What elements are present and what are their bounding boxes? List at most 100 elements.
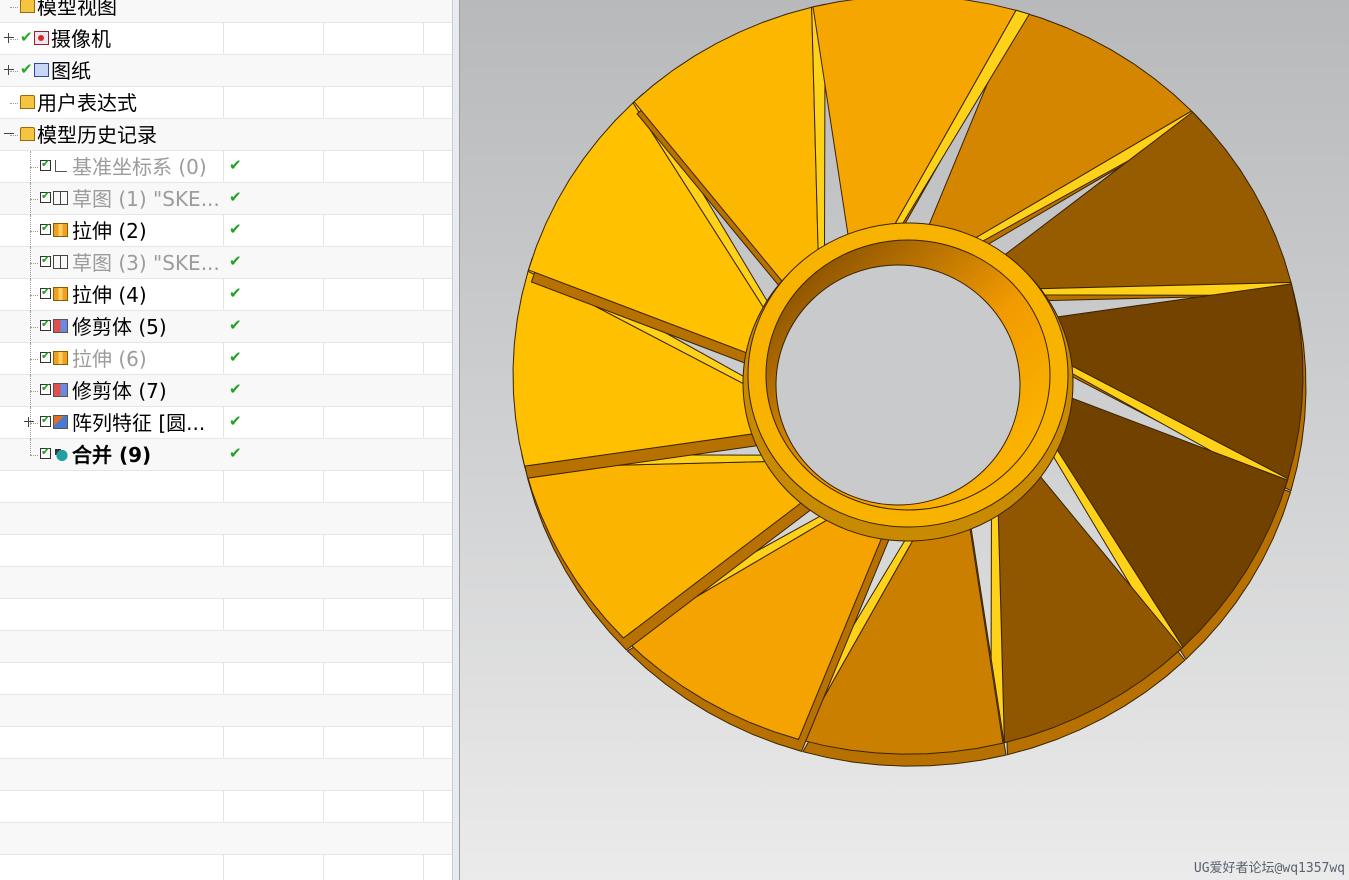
node-label: 模型视图 bbox=[37, 0, 117, 19]
expand-icon[interactable] bbox=[24, 417, 34, 427]
node-label: 用户表达式 bbox=[37, 91, 137, 115]
up-to-date-check-icon: ✔ bbox=[229, 156, 242, 174]
node-label: 拉伸 (2) bbox=[72, 219, 147, 243]
visibility-checkbox[interactable] bbox=[40, 189, 51, 203]
tree-node[interactable]: ✔ 摄像机 bbox=[0, 23, 452, 55]
folder-icon bbox=[20, 95, 35, 109]
drawing-icon bbox=[34, 63, 49, 77]
node-name-cell: 草图 (1) "SKE... bbox=[0, 183, 223, 215]
tree-line bbox=[30, 391, 38, 392]
extrude-icon bbox=[53, 351, 68, 365]
tree-node[interactable]: 模型历史记录 bbox=[0, 119, 452, 151]
empty-row bbox=[0, 695, 452, 727]
visibility-checkbox[interactable] bbox=[40, 317, 51, 331]
tree-line bbox=[10, 103, 18, 104]
feature-row[interactable]: 拉伸 (2) ✔ bbox=[0, 215, 452, 247]
node-name-cell: 修剪体 (5) bbox=[0, 311, 223, 343]
node-label: 摄像机 bbox=[51, 27, 111, 51]
tree-line bbox=[30, 295, 38, 296]
unite-icon bbox=[53, 447, 68, 461]
node-name-cell: 草图 (3) "SKE... bbox=[0, 247, 223, 279]
visibility-checkbox[interactable] bbox=[40, 221, 51, 235]
tree-line bbox=[30, 231, 38, 232]
node-name-cell: 基准坐标系 (0) bbox=[0, 151, 223, 183]
empty-row bbox=[0, 727, 452, 759]
sketch-icon bbox=[53, 191, 68, 205]
visibility-checkbox[interactable] bbox=[40, 285, 51, 299]
up-to-date-check-icon: ✔ bbox=[229, 444, 242, 462]
node-label: 修剪体 (5) bbox=[72, 315, 167, 339]
empty-row bbox=[0, 567, 452, 599]
node-name-cell: 阵列特征 [圆... bbox=[0, 407, 223, 439]
graphics-viewport[interactable]: UG爱好者论坛@wq1357wq bbox=[460, 0, 1349, 880]
feature-row[interactable]: 拉伸 (4) ✔ bbox=[0, 279, 452, 311]
tree-line bbox=[30, 455, 38, 456]
node-label: 草图 (3) "SKE... bbox=[72, 251, 220, 275]
visibility-checkbox[interactable] bbox=[40, 381, 51, 395]
node-name-cell: 模型历史记录 bbox=[0, 119, 223, 151]
node-label: 拉伸 (4) bbox=[72, 283, 147, 307]
sketch-icon bbox=[53, 255, 68, 269]
impeller-model bbox=[512, 0, 1307, 767]
expand-icon[interactable] bbox=[4, 33, 14, 43]
node-label: 修剪体 (7) bbox=[72, 379, 167, 403]
watermark-text: UG爱好者论坛@wq1357wq bbox=[1193, 861, 1345, 876]
visibility-check-icon[interactable]: ✔ bbox=[20, 29, 33, 45]
node-label: 阵列特征 [圆... bbox=[72, 411, 206, 435]
up-to-date-check-icon: ✔ bbox=[229, 220, 242, 238]
visibility-check-icon[interactable]: ✔ bbox=[20, 61, 33, 77]
node-name-cell: ✔ 摄像机 bbox=[0, 23, 223, 55]
expand-icon[interactable] bbox=[4, 65, 14, 75]
panel-splitter[interactable] bbox=[452, 0, 460, 880]
feature-row[interactable]: 拉伸 (6) ✔ bbox=[0, 343, 452, 375]
tree-node[interactable]: 用户表达式 bbox=[0, 87, 452, 119]
tree-node[interactable]: 模型视图 bbox=[0, 0, 452, 23]
feature-row[interactable]: 合并 (9) ✔ bbox=[0, 439, 452, 471]
feature-row[interactable]: 修剪体 (5) ✔ bbox=[0, 311, 452, 343]
empty-row bbox=[0, 791, 452, 823]
up-to-date-check-icon: ✔ bbox=[229, 412, 242, 430]
up-to-date-check-icon: ✔ bbox=[229, 316, 242, 334]
node-label: 模型历史记录 bbox=[37, 123, 157, 147]
up-to-date-check-icon: ✔ bbox=[229, 188, 242, 206]
visibility-checkbox[interactable] bbox=[40, 253, 51, 267]
up-to-date-check-icon: ✔ bbox=[229, 284, 242, 302]
trim-body-icon bbox=[53, 383, 68, 397]
empty-row bbox=[0, 631, 452, 663]
tree-node[interactable]: ✔ 图纸 bbox=[0, 55, 452, 87]
feature-row[interactable]: 阵列特征 [圆... ✔ bbox=[0, 407, 452, 439]
empty-row bbox=[0, 503, 452, 535]
tree-line bbox=[30, 167, 38, 168]
node-name-cell: 模型视图 bbox=[0, 0, 223, 23]
tree-line bbox=[30, 263, 38, 264]
visibility-checkbox[interactable] bbox=[40, 413, 51, 427]
node-name-cell: ✔ 图纸 bbox=[0, 55, 223, 87]
feature-row[interactable]: 草图 (3) "SKE... ✔ bbox=[0, 247, 452, 279]
tree-line bbox=[30, 359, 38, 360]
folder-open-icon bbox=[20, 127, 35, 141]
visibility-checkbox[interactable] bbox=[40, 445, 51, 459]
collapse-icon[interactable] bbox=[4, 129, 14, 139]
node-name-cell: 合并 (9) bbox=[0, 439, 223, 471]
node-label: 基准坐标系 (0) bbox=[72, 155, 207, 179]
tree-line bbox=[30, 439, 31, 455]
visibility-checkbox[interactable] bbox=[40, 349, 51, 363]
extrude-icon bbox=[53, 223, 68, 237]
empty-row bbox=[0, 599, 452, 631]
node-label: 草图 (1) "SKE... bbox=[72, 187, 220, 211]
feature-row[interactable]: 基准坐标系 (0) ✔ bbox=[0, 151, 452, 183]
node-label: 图纸 bbox=[51, 59, 91, 83]
datum-csys-icon bbox=[53, 159, 68, 173]
empty-row bbox=[0, 759, 452, 791]
feature-row[interactable]: 修剪体 (7) ✔ bbox=[0, 375, 452, 407]
camera-icon bbox=[34, 31, 49, 45]
node-name-cell: 修剪体 (7) bbox=[0, 375, 223, 407]
part-navigator: 模型视图✔摄像机✔图纸用户表达式模型历史记录基准坐标系 (0)✔草图 (1) "… bbox=[0, 0, 452, 880]
feature-row[interactable]: 草图 (1) "SKE... ✔ bbox=[0, 183, 452, 215]
node-name-cell: 拉伸 (4) bbox=[0, 279, 223, 311]
visibility-checkbox[interactable] bbox=[40, 157, 51, 171]
node-name-cell: 拉伸 (2) bbox=[0, 215, 223, 247]
up-to-date-check-icon: ✔ bbox=[229, 252, 242, 270]
model-view-icon bbox=[20, 0, 35, 13]
empty-row bbox=[0, 535, 452, 567]
